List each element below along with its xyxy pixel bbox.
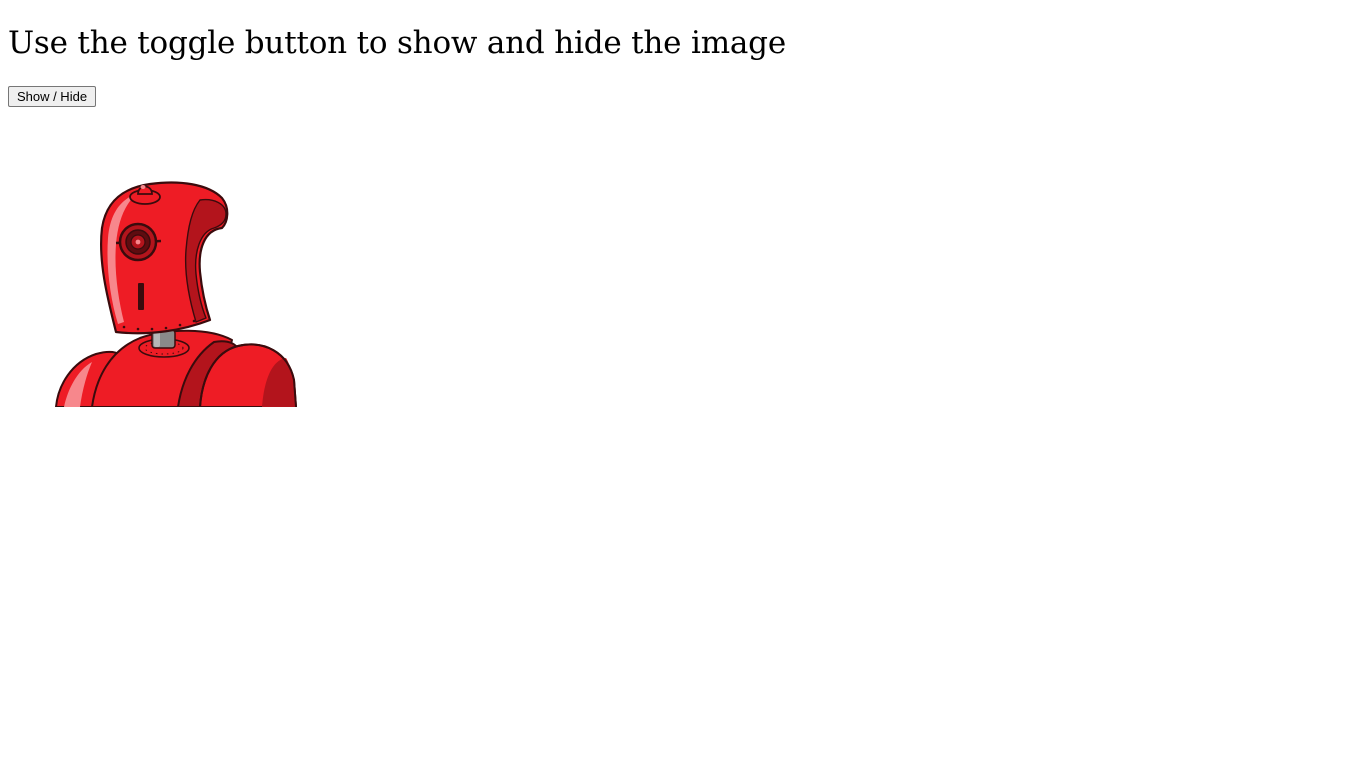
show-hide-toggle-button[interactable]: Show / Hide bbox=[8, 86, 96, 107]
robot-illustration-icon bbox=[55, 181, 297, 407]
robot-head bbox=[100, 181, 229, 335]
robot-mouth bbox=[138, 283, 144, 310]
robot-image bbox=[8, 123, 328, 407]
page-heading: Use the toggle button to show and hide t… bbox=[8, 25, 786, 61]
